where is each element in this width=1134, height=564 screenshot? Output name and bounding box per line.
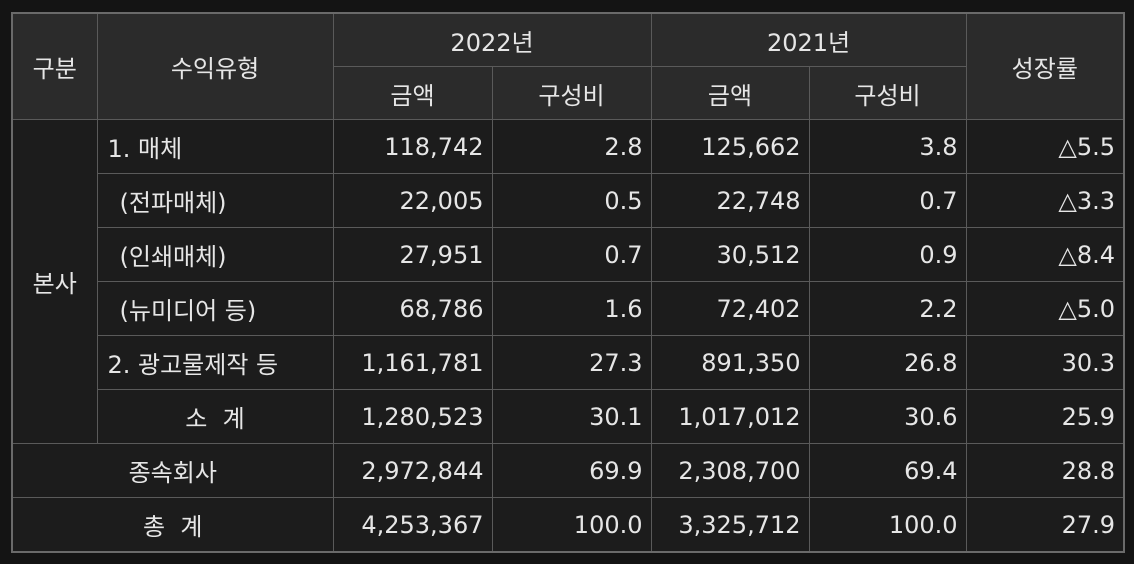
table-row: (뉴미디어 등) 68,786 1.6 72,402 2.2 △5.0 [12,281,1125,336]
row-label: 종속회사 [11,443,334,498]
amount-2021: 125,662 [650,119,810,174]
row-label: 소 계 [96,389,334,444]
row-label: 1. 매체 [96,119,334,174]
row-label: (전파매체) [96,173,334,228]
ratio-2022: 0.7 [491,227,652,282]
table-row-subtotal: 소 계 1,280,523 30.1 1,017,012 30.6 25.9 [12,389,1125,444]
header-ratio-2022: 구성비 [491,66,652,120]
amount-2021: 30,512 [650,227,810,282]
growth-rate: △5.0 [965,281,1125,336]
ratio-2021: 0.9 [808,227,967,282]
amount-2022: 22,005 [332,173,493,228]
table-row-total: 총 계 4,253,367 100.0 3,325,712 100.0 27.9 [11,497,1125,553]
amount-2022: 27,951 [332,227,493,282]
row-label: (뉴미디어 등) [96,281,334,336]
amount-2022: 1,280,523 [332,389,493,444]
amount-2022: 4,253,367 [332,497,493,553]
revenue-table-container: 구분 수익유형 2022년 2021년 성장률 금액 구성비 금액 구성비 본사… [11,12,1126,553]
header-ratio-2021: 구성비 [808,66,967,120]
amount-2022: 68,786 [332,281,493,336]
ratio-2022: 30.1 [491,389,652,444]
ratio-2022: 0.5 [491,173,652,228]
amount-2021: 891,350 [650,335,810,390]
row-label: 총 계 [11,497,334,553]
ratio-2021: 100.0 [808,497,967,553]
row-label: 2. 광고물제작 등 [96,335,334,390]
ratio-2022: 2.8 [491,119,652,174]
table-body: 본사 1. 매체 118,742 2.8 125,662 3.8 △5.5 (전… [11,119,1125,553]
table-row: 본사 1. 매체 118,742 2.8 125,662 3.8 △5.5 [11,119,1125,444]
growth-rate: 28.8 [965,443,1125,498]
table-row-subsidiary: 종속회사 2,972,844 69.9 2,308,700 69.4 28.8 [11,443,1125,498]
header-amount-2021: 금액 [650,66,810,120]
header-year-2021: 2021년 [650,12,967,67]
ratio-2021: 30.6 [808,389,967,444]
amount-2021: 1,017,012 [650,389,810,444]
amount-2021: 72,402 [650,281,810,336]
ratio-2022: 1.6 [491,281,652,336]
amount-2021: 22,748 [650,173,810,228]
growth-rate: △3.3 [965,173,1125,228]
growth-rate: 30.3 [965,335,1125,390]
amount-2021: 3,325,712 [650,497,810,553]
group-label-headquarters: 본사 [11,119,98,444]
amount-2022: 2,972,844 [332,443,493,498]
amount-2021: 2,308,700 [650,443,810,498]
ratio-2022: 69.9 [491,443,652,498]
ratio-2022: 27.3 [491,335,652,390]
ratio-2021: 2.2 [808,281,967,336]
header-revenue-type: 수익유형 [96,12,334,120]
table-header: 구분 수익유형 2022년 2021년 성장률 금액 구성비 금액 구성비 [11,12,1125,120]
header-division: 구분 [11,12,98,120]
growth-rate: 27.9 [965,497,1125,553]
ratio-2021: 3.8 [808,119,967,174]
ratio-2021: 0.7 [808,173,967,228]
amount-2022: 1,161,781 [332,335,493,390]
ratio-2021: 26.8 [808,335,967,390]
header-year-2022: 2022년 [332,12,652,67]
header-growth-rate: 성장률 [965,12,1125,120]
ratio-2021: 69.4 [808,443,967,498]
growth-rate: △8.4 [965,227,1125,282]
ratio-2022: 100.0 [491,497,652,553]
table-row: (전파매체) 22,005 0.5 22,748 0.7 △3.3 [12,173,1125,228]
amount-2022: 118,742 [332,119,493,174]
growth-rate: 25.9 [965,389,1125,444]
table-row: 2. 광고물제작 등 1,161,781 27.3 891,350 26.8 3… [12,335,1125,390]
revenue-table: 구분 수익유형 2022년 2021년 성장률 금액 구성비 금액 구성비 본사… [11,12,1126,553]
table-row: (인쇄매체) 27,951 0.7 30,512 0.9 △8.4 [12,227,1125,282]
growth-rate: △5.5 [965,119,1125,174]
header-amount-2022: 금액 [332,66,493,120]
row-label: (인쇄매체) [96,227,334,282]
